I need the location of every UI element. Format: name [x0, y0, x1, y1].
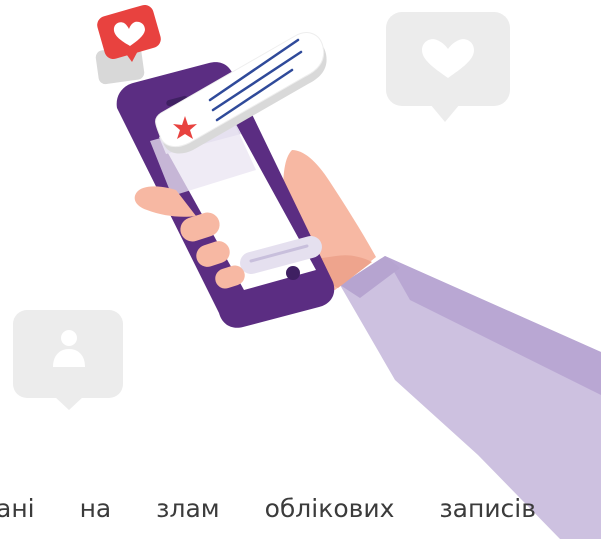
- home-button: [286, 266, 300, 280]
- user-bubble-left: [13, 310, 123, 410]
- like-notification: [95, 4, 161, 85]
- caption-text: ані на злам облікових записів: [0, 494, 536, 523]
- heart-bubble-right: [386, 12, 510, 122]
- illustration: [13, 4, 601, 539]
